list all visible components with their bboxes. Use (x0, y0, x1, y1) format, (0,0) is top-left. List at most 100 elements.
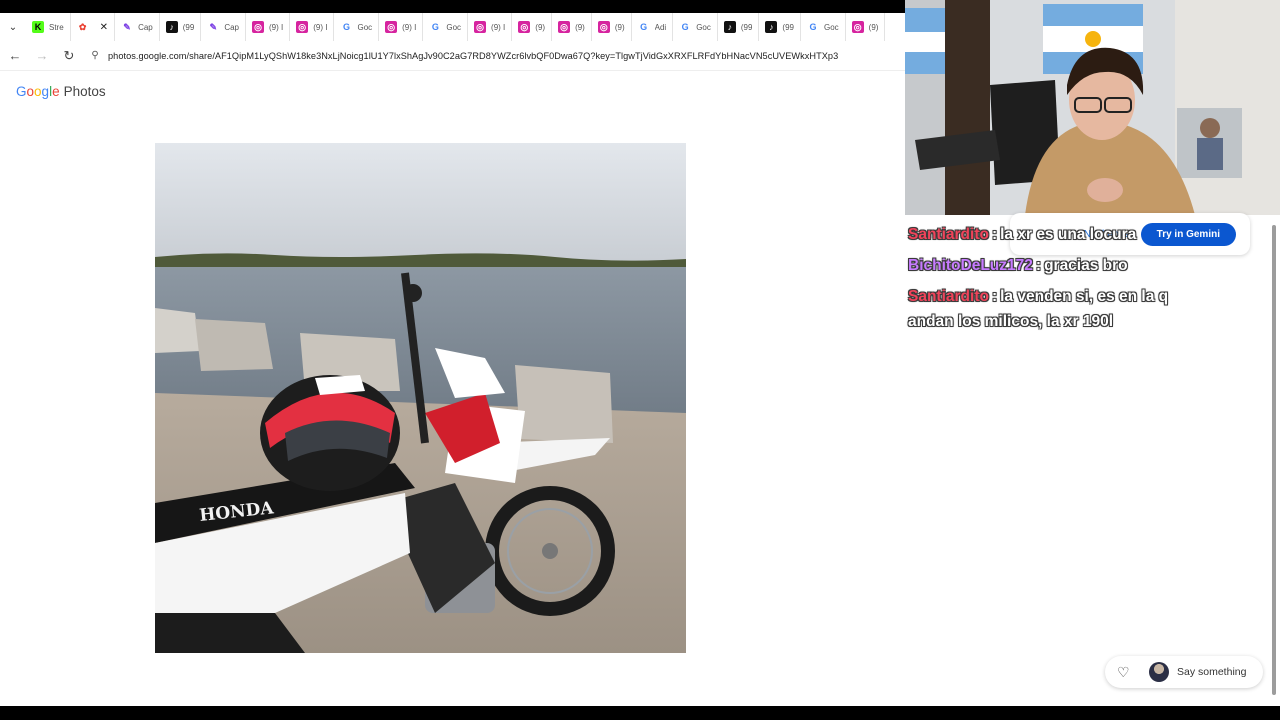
browser-tab[interactable]: ♪ (99 (759, 13, 801, 41)
tab-title: Goc (446, 22, 462, 32)
instagram-icon: ◎ (385, 21, 398, 33)
logo-letter: e (52, 84, 60, 99)
bottom-border (0, 706, 1280, 720)
streamer-webcam-illustration (905, 0, 1280, 215)
tab-title: Cap (224, 22, 239, 32)
google-icon: G (429, 21, 442, 33)
browser-tab[interactable]: ◎ (9) I (468, 13, 513, 41)
browser-tab[interactable]: G Goc (801, 13, 846, 41)
kick-icon: K (32, 21, 44, 33)
scrollbar[interactable] (1271, 215, 1277, 700)
tab-title: (9) I (402, 22, 417, 32)
chat-separator: : (991, 226, 998, 243)
instagram-icon: ◎ (252, 21, 264, 33)
chat-text: la xr es una locura (1000, 226, 1137, 243)
tab-title: (9) (575, 22, 585, 32)
browser-tab[interactable]: ◎ (9) I (379, 13, 424, 41)
tab-title: (9) I (313, 22, 328, 32)
webcam-feed (905, 0, 1280, 215)
tab-search-icon[interactable]: ⌄ (0, 13, 26, 41)
chat-username: BichitoDeLuz172 (908, 257, 1033, 274)
chat-overlay: Santiardito: la xr es una locura BichitoD… (908, 222, 1198, 340)
browser-tab[interactable]: ♪ (99 (160, 13, 202, 41)
top-border (0, 0, 905, 13)
browser-tab[interactable]: ◎ (9) (552, 13, 592, 41)
google-icon: G (679, 21, 692, 33)
avatar (1149, 662, 1169, 682)
screen: ⌄ K Stre ✿ ✕ ✎ Cap ♪ (99 ✎ Cap ◎ (9) I ◎ (9) I G Goc ◎ (9… (0, 0, 1280, 720)
browser-tab[interactable]: ◎ (9) (592, 13, 632, 41)
google-icon: G (637, 21, 650, 33)
browser-tab[interactable]: ◎ (9) I (246, 13, 291, 41)
tiktok-icon: ♪ (723, 21, 736, 33)
browser-tab[interactable]: K Stre (26, 13, 71, 41)
tab-title: Goc (823, 22, 839, 32)
forward-arrow-icon[interactable]: → (30, 48, 54, 63)
chat-username: Santiardito (908, 226, 989, 243)
chat-separator: : (991, 288, 998, 305)
tiktok-icon: ♪ (765, 21, 778, 33)
site-info-icon[interactable]: ⚲ (86, 50, 104, 61)
logo-letter: o (34, 84, 42, 99)
tab-title: (9) I (491, 22, 506, 32)
google-icon: G (806, 21, 819, 33)
chat-text: gracias bro (1044, 257, 1128, 274)
tab-title: Adi (654, 22, 667, 32)
logo-letter: G (16, 84, 27, 99)
close-icon[interactable]: ✕ (100, 22, 108, 33)
browser-tab[interactable]: G Goc (423, 13, 469, 41)
reload-icon[interactable]: ↻ (57, 48, 81, 64)
instagram-icon: ◎ (558, 21, 571, 33)
comment-bar: ♡ Say something (1105, 656, 1263, 688)
tab-title: (9) (868, 22, 879, 32)
browser-tab[interactable]: ✎ Cap (201, 13, 246, 41)
logo-letter: o (26, 84, 35, 99)
chat-separator: : (1035, 257, 1042, 274)
browser-tab[interactable]: ◎ (9) I (290, 13, 335, 41)
tab-title: (99 (782, 22, 794, 32)
google-photos-icon: ✿ (76, 21, 89, 33)
instagram-icon: ◎ (474, 21, 487, 33)
browser-tab[interactable]: G Adi (632, 13, 674, 41)
browser-tab[interactable]: G Goc (673, 13, 718, 41)
heart-icon[interactable]: ♡ (1117, 664, 1135, 681)
logo-letter: g (41, 84, 50, 99)
tab-title: Goc (696, 22, 711, 32)
chat-message: Santiardito: la venden si, es en la q and… (908, 284, 1198, 334)
logo-product-name: Photos (63, 84, 106, 99)
instagram-icon: ◎ (296, 21, 309, 33)
motorcycle-photo-illustration: HONDA (155, 143, 686, 653)
browser-tab[interactable]: ✎ Cap (115, 13, 160, 41)
tab-title: (9) (535, 22, 546, 32)
tab-title: Cap (138, 22, 153, 32)
tab-title: (99 (182, 22, 195, 32)
shared-photo[interactable]: HONDA (155, 143, 686, 653)
instagram-icon: ◎ (597, 21, 610, 33)
google-photos-logo[interactable]: Google Photos (16, 84, 106, 99)
chat-username: Santiardito (908, 288, 989, 305)
instagram-icon: ◎ (518, 21, 531, 33)
back-arrow-icon[interactable]: ← (3, 48, 27, 63)
tab-strip: ⌄ K Stre ✿ ✕ ✎ Cap ♪ (99 ✎ Cap ◎ (9) I ◎ (9) I G Goc ◎ (9… (0, 13, 905, 41)
tiktok-icon: ♪ (165, 21, 178, 33)
browser-tab[interactable]: ◎ (9) (846, 13, 886, 41)
browser-tab[interactable]: ◎ (9) (512, 13, 553, 41)
chat-message: BichitoDeLuz172: gracias bro (908, 253, 1198, 278)
url-field[interactable]: photos.google.com/share/AF1QipM1LyQShW18… (108, 51, 838, 61)
capcut-pen-icon: ✎ (207, 21, 220, 33)
tab-title: (9) I (269, 22, 284, 32)
address-bar: ← → ↻ ⚲ photos.google.com/share/AF1QipM1… (0, 41, 905, 71)
tab-title: (99 (740, 22, 753, 32)
browser-tab[interactable]: ✿ ✕ (70, 13, 116, 41)
google-icon: G (340, 21, 353, 33)
chat-message: Santiardito: la xr es una locura (908, 222, 1198, 247)
tab-title: Goc (357, 22, 373, 32)
tab-title: Stre (49, 22, 64, 32)
tab-list: K Stre ✿ ✕ ✎ Cap ♪ (99 ✎ Cap ◎ (9) I ◎ (9) I G Goc ◎ (9) … (26, 13, 886, 41)
tab-title: (9) (614, 22, 625, 32)
say-something-input[interactable]: Say something (1177, 666, 1246, 678)
browser-tab[interactable]: G Goc (334, 13, 380, 41)
scrollbar-thumb[interactable] (1272, 225, 1276, 695)
capcut-pen-icon: ✎ (121, 21, 134, 33)
browser-tab[interactable]: ♪ (99 (718, 13, 760, 41)
